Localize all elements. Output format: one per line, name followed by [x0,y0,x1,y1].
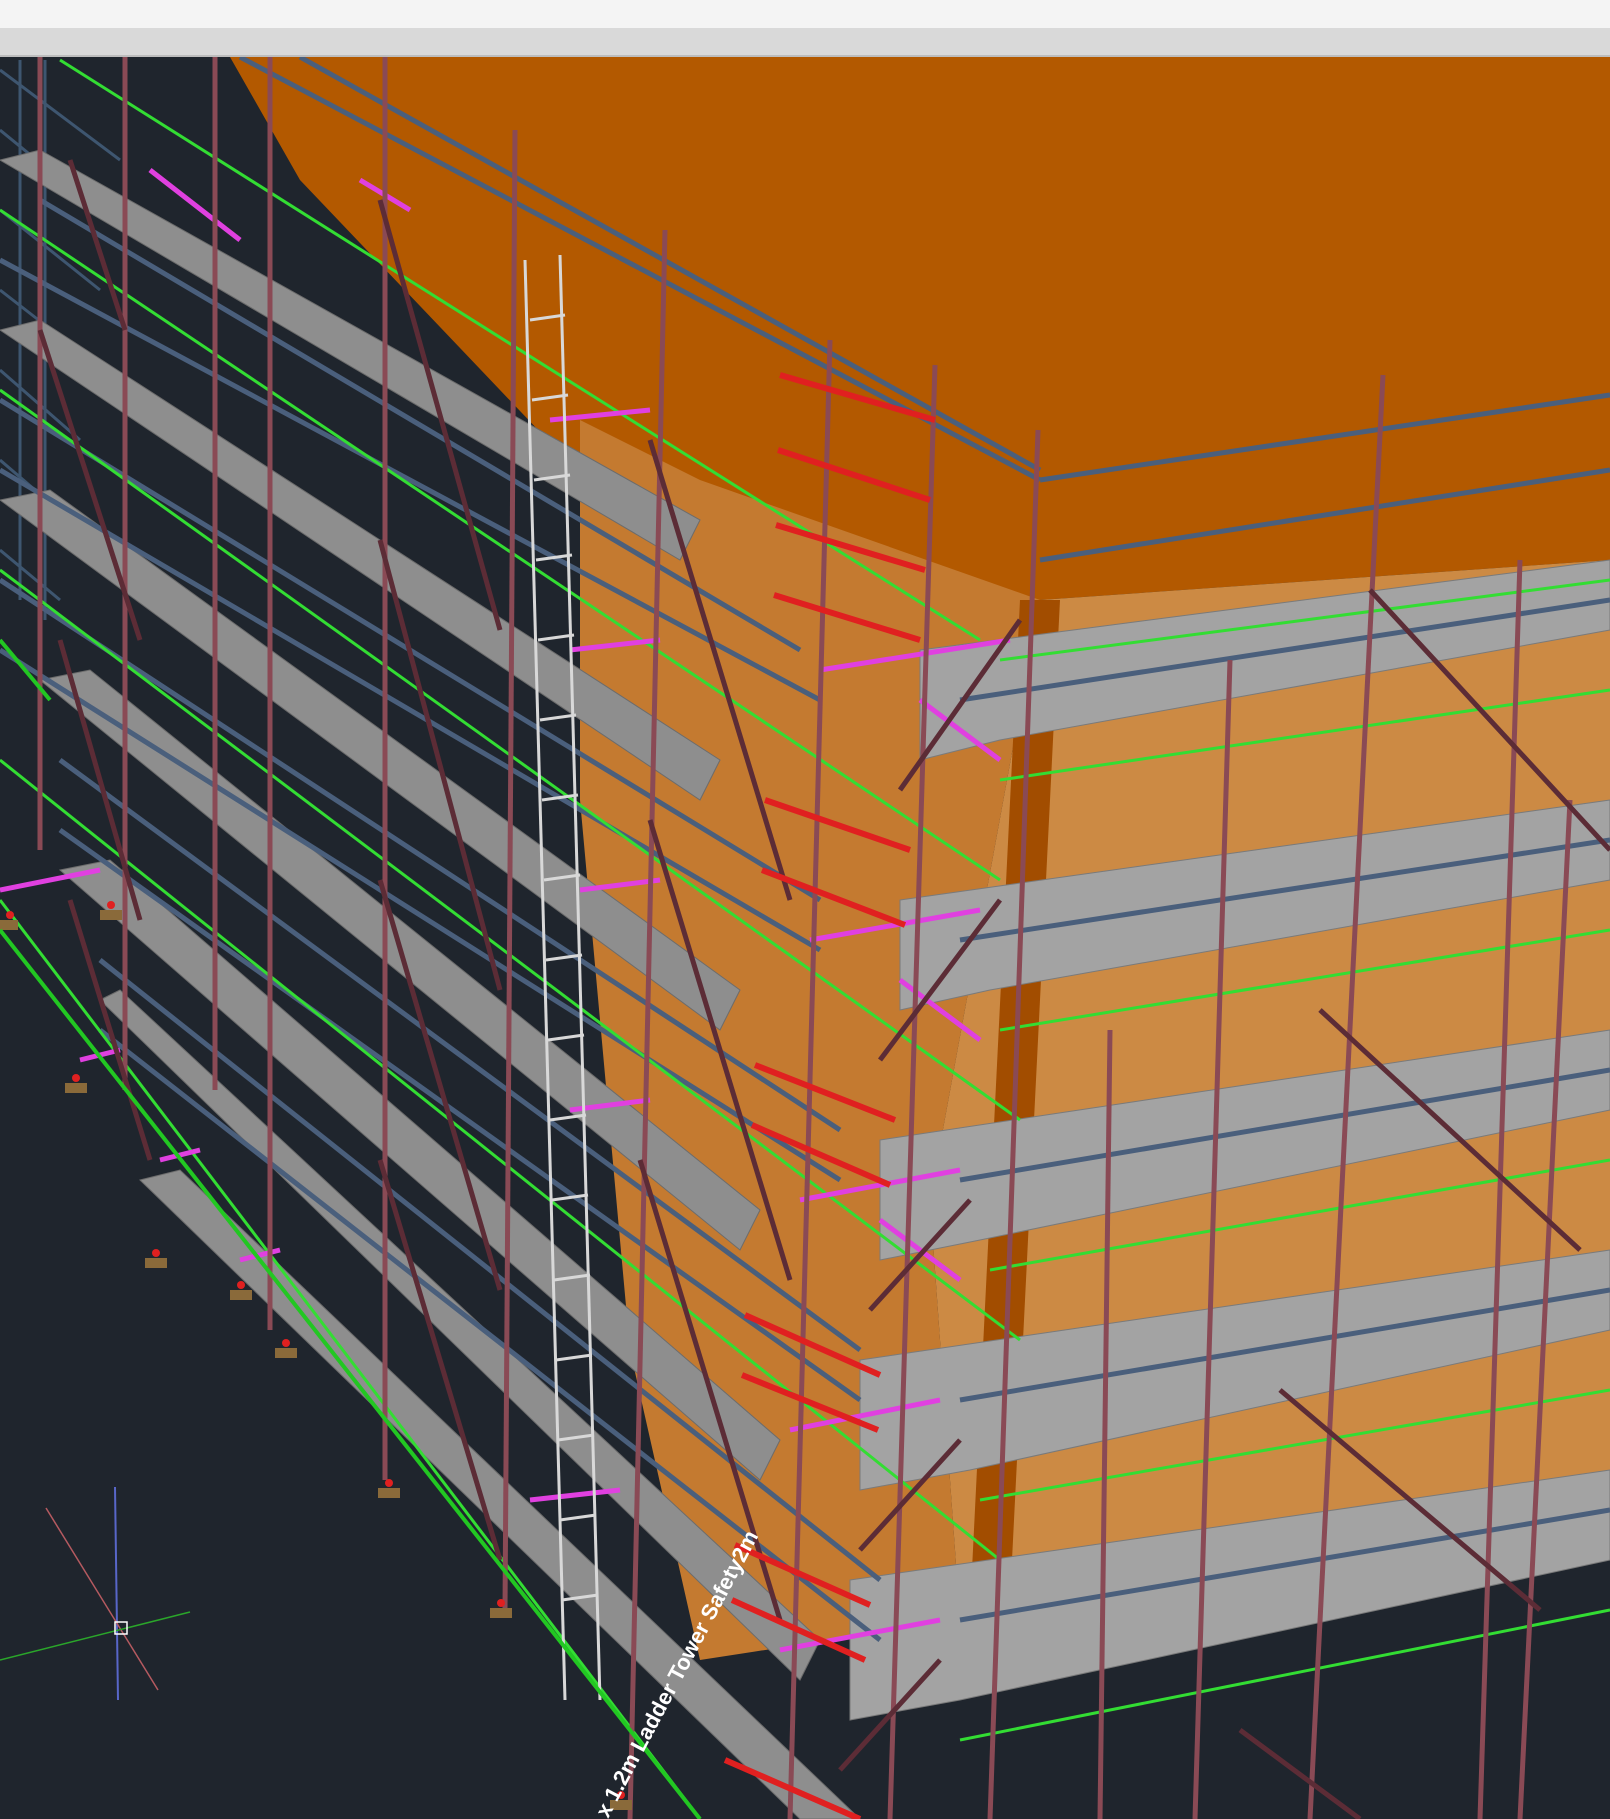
cad-application-window: x 1.2m Ladder Tower Safety2m [0,0,1610,1819]
model-viewport[interactable]: x 1.2m Ladder Tower Safety2m [0,57,1610,1819]
ladder-tower-annotation: x 1.2m Ladder Tower Safety2m [590,1526,763,1819]
ucs-crosshair-icon[interactable] [0,1486,191,1701]
toolbar-strip [0,28,1610,57]
title-bar [0,0,1610,28]
